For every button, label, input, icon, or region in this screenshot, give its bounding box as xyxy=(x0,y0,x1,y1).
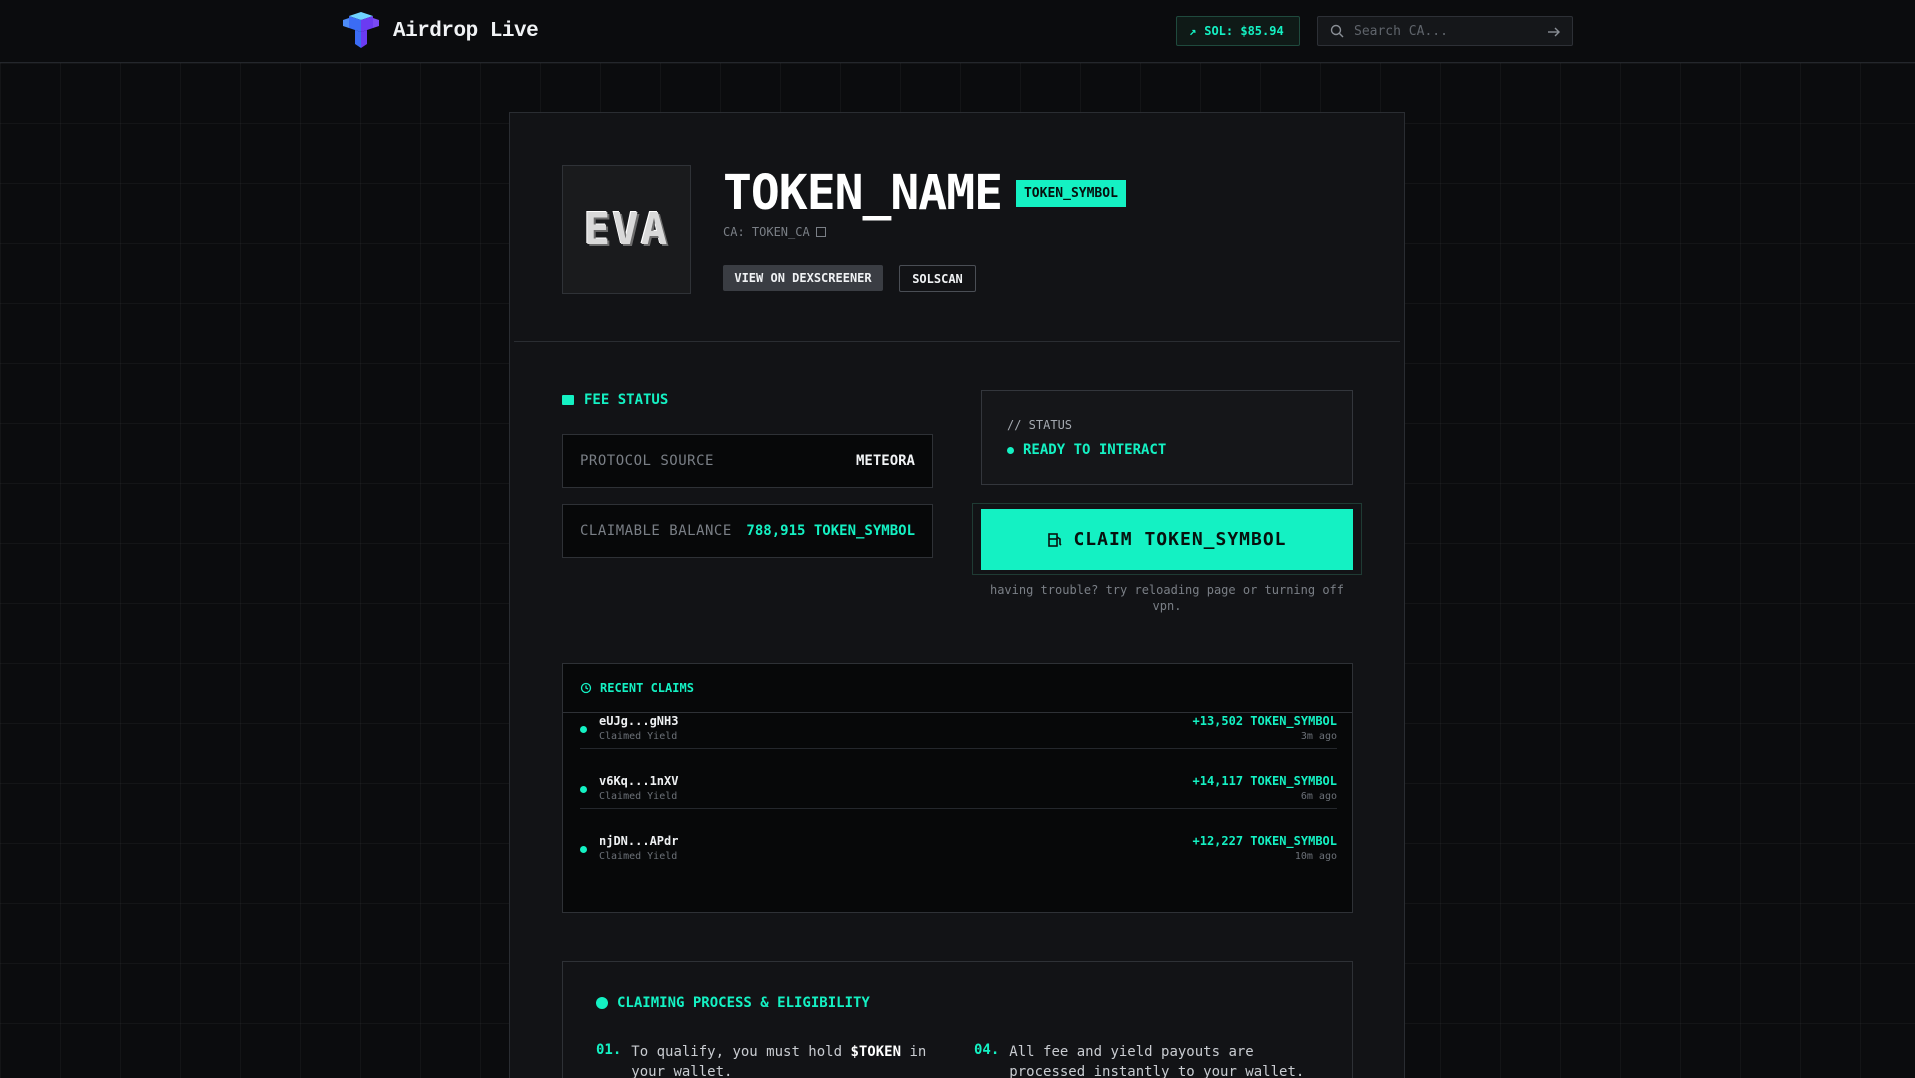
claim-row: v6Kq...1nXV Claimed Yield +14,117 TOKEN_… xyxy=(580,749,1337,809)
help-text: having trouble? try reloading page or tu… xyxy=(989,583,1344,613)
claim-time: 10m ago xyxy=(1294,851,1337,862)
recent-claims-panel: RECENT CLAIMS eUJg...gNH3 Claimed Yield … xyxy=(562,663,1353,913)
fuel-icon xyxy=(1048,532,1063,547)
app-title: Airdrop Live xyxy=(393,19,539,43)
claim-button-frame: CLAIM TOKEN_SYMBOL xyxy=(972,503,1362,575)
status-value: READY TO INTERACT xyxy=(1023,442,1167,458)
claim-amount: +13,502 TOKEN_SYMBOL xyxy=(1192,714,1338,728)
token-symbol-badge: TOKEN_SYMBOL xyxy=(1015,179,1126,207)
claim-dot-icon xyxy=(580,786,587,793)
step-text: To qualify, you must hold $TOKEN in your… xyxy=(631,1042,931,1078)
step-number: 04. xyxy=(974,1042,1000,1058)
dexscreener-button[interactable]: VIEW ON DEXSCREENER xyxy=(723,265,883,291)
search-icon xyxy=(1330,24,1344,38)
claim-row: njDN...APdr Claimed Yield +12,227 TOKEN_… xyxy=(580,809,1337,869)
logo-cube-icon xyxy=(343,12,379,48)
claimable-balance-row: CLAIMABLE BALANCE 788,915 TOKEN_SYMBOL xyxy=(562,504,933,558)
claim-amount: +14,117 TOKEN_SYMBOL xyxy=(1192,774,1338,788)
status-label: // STATUS xyxy=(1007,418,1073,432)
solscan-button[interactable]: SOLSCAN xyxy=(899,265,976,292)
token-logo-text: EVA xyxy=(583,204,670,255)
claimable-balance-label: CLAIMABLE BALANCE xyxy=(580,523,732,539)
claim-address: v6Kq...1nXV xyxy=(599,774,679,788)
claim-time: 6m ago xyxy=(1300,791,1337,802)
search-input[interactable] xyxy=(1354,23,1544,39)
app-logo[interactable]: Airdrop Live xyxy=(341,12,539,50)
arrow-right-icon[interactable] xyxy=(1546,24,1562,40)
protocol-source-value: METEORA xyxy=(855,453,915,469)
step-text: All fee and yield payouts are processed … xyxy=(1009,1044,1305,1078)
sol-price-text: SOL: $85.94 xyxy=(1204,24,1284,38)
token-highlight: $TOKEN xyxy=(850,1044,902,1060)
process-title-row: CLAIMING PROCESS & ELIGIBILITY xyxy=(596,995,870,1011)
protocol-source-label: PROTOCOL SOURCE xyxy=(580,453,714,469)
step-number: 01. xyxy=(596,1042,622,1058)
claim-time: 3m ago xyxy=(1300,731,1337,742)
token-title-row: TOKEN_NAME TOKEN_SYMBOL xyxy=(723,165,1126,221)
status-value-row: READY TO INTERACT xyxy=(1007,442,1166,458)
contract-address-text: CA: TOKEN_CA xyxy=(723,225,810,239)
status-dot-icon xyxy=(1007,446,1014,454)
claim-label: Claimed Yield xyxy=(599,851,678,862)
claim-label: Claimed Yield xyxy=(599,791,678,802)
claim-row: eUJg...gNH3 Claimed Yield +13,502 TOKEN_… xyxy=(580,689,1337,749)
process-step-4: 04. All fee and yield payouts are proces… xyxy=(974,1042,1309,1078)
step-text-before: To qualify, you must hold xyxy=(631,1044,851,1060)
fee-status-title: FEE STATUS xyxy=(562,392,668,408)
claim-address: njDN...APdr xyxy=(599,834,679,848)
sol-price-badge: ↗ SOL: $85.94 xyxy=(1176,16,1300,46)
search-bar xyxy=(1317,16,1573,46)
claim-label: Claimed Yield xyxy=(599,731,678,742)
contract-address: CA: TOKEN_CA xyxy=(723,225,826,239)
claim-dot-icon xyxy=(580,846,587,853)
token-name: TOKEN_NAME xyxy=(723,165,1003,221)
section-divider xyxy=(514,341,1400,342)
claim-address: eUJg...gNH3 xyxy=(599,714,679,728)
token-logo: EVA xyxy=(562,165,691,294)
process-step-1: 01. To qualify, you must hold $TOKEN in … xyxy=(596,1042,931,1078)
claim-amount: +12,227 TOKEN_SYMBOL xyxy=(1192,834,1338,848)
process-title: CLAIMING PROCESS & ELIGIBILITY xyxy=(617,995,870,1011)
top-header: Airdrop Live ↗ SOL: $85.94 xyxy=(0,0,1915,63)
token-panel: EVA TOKEN_NAME TOKEN_SYMBOL CA: TOKEN_CA… xyxy=(509,112,1405,1078)
status-box: // STATUS READY TO INTERACT xyxy=(981,390,1353,485)
info-dot-icon xyxy=(596,997,608,1009)
claim-button[interactable]: CLAIM TOKEN_SYMBOL xyxy=(981,509,1353,570)
claim-dot-icon xyxy=(580,726,587,733)
claimable-balance-value: 788,915 TOKEN_SYMBOL xyxy=(746,523,915,539)
protocol-source-row: PROTOCOL SOURCE METEORA xyxy=(562,434,933,488)
copy-icon[interactable] xyxy=(815,227,826,237)
fee-status-label: FEE STATUS xyxy=(584,392,669,408)
claiming-process-panel: CLAIMING PROCESS & ELIGIBILITY 01. To qu… xyxy=(562,961,1353,1078)
claim-button-label: CLAIM TOKEN_SYMBOL xyxy=(1073,529,1287,550)
terminal-icon xyxy=(562,395,574,405)
trend-up-icon: ↗ xyxy=(1189,24,1197,38)
